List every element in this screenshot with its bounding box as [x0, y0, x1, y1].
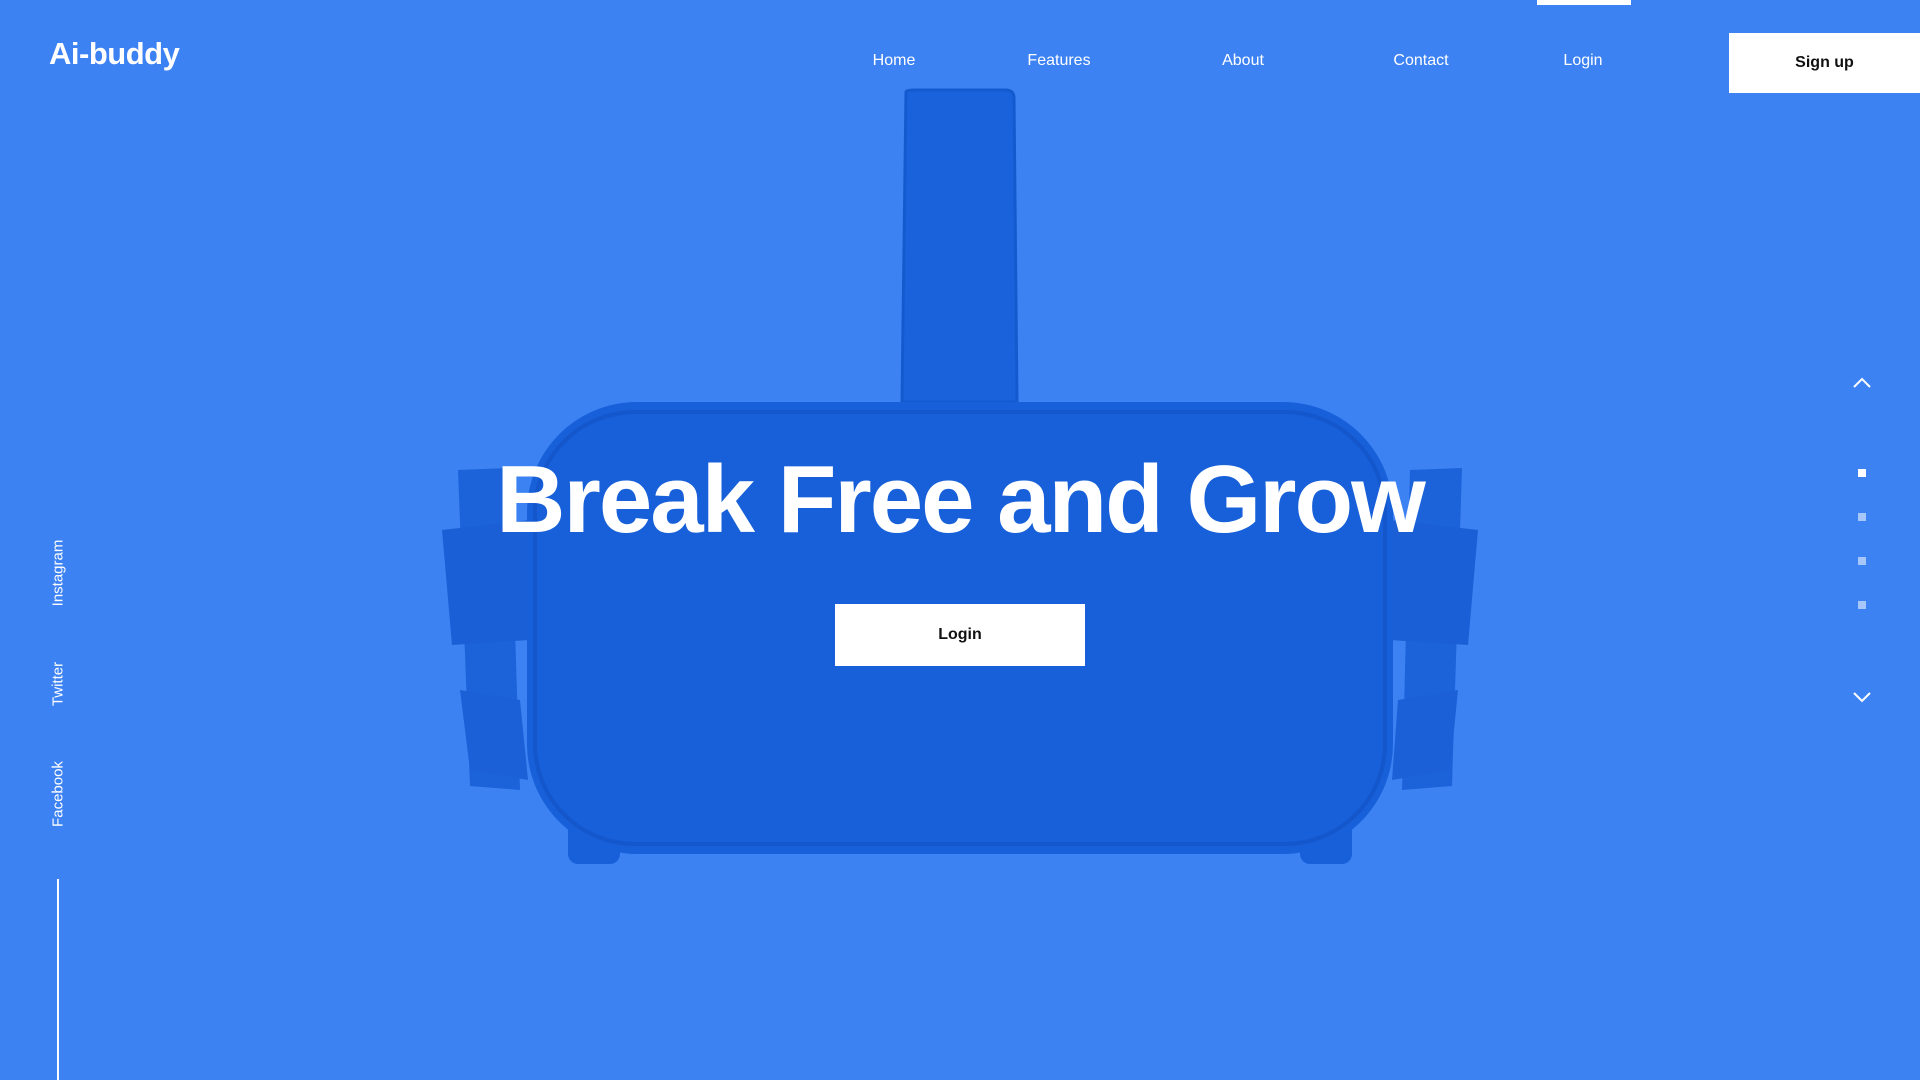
- social-twitter-link[interactable]: Twitter: [50, 662, 67, 706]
- slider-dot-3[interactable]: [1858, 557, 1866, 565]
- nav-active-indicator: [1537, 0, 1631, 5]
- nav-contact[interactable]: Contact: [1393, 52, 1448, 70]
- chevron-up-icon[interactable]: [1850, 371, 1874, 395]
- nav-home[interactable]: Home: [873, 52, 916, 70]
- hero-login-button[interactable]: Login: [835, 604, 1085, 666]
- slider-dot-2[interactable]: [1858, 513, 1866, 521]
- chevron-down-icon[interactable]: [1850, 685, 1874, 709]
- social-instagram-link[interactable]: Instagram: [50, 540, 67, 607]
- nav-about[interactable]: About: [1222, 52, 1264, 70]
- landing-page: Ai-buddy Home Features About Contact Log…: [0, 0, 1920, 1080]
- slider-dot-4[interactable]: [1858, 601, 1866, 609]
- slider-dot-1[interactable]: [1858, 469, 1866, 477]
- main-nav: Home Features About Contact Login: [0, 52, 1920, 72]
- signup-button[interactable]: Sign up: [1729, 33, 1920, 93]
- social-facebook-link[interactable]: Facebook: [50, 761, 67, 827]
- nav-login[interactable]: Login: [1563, 52, 1602, 70]
- social-divider-line: [57, 879, 59, 1080]
- nav-features[interactable]: Features: [1027, 52, 1090, 70]
- hero-title: Break Free and Grow: [496, 446, 1426, 553]
